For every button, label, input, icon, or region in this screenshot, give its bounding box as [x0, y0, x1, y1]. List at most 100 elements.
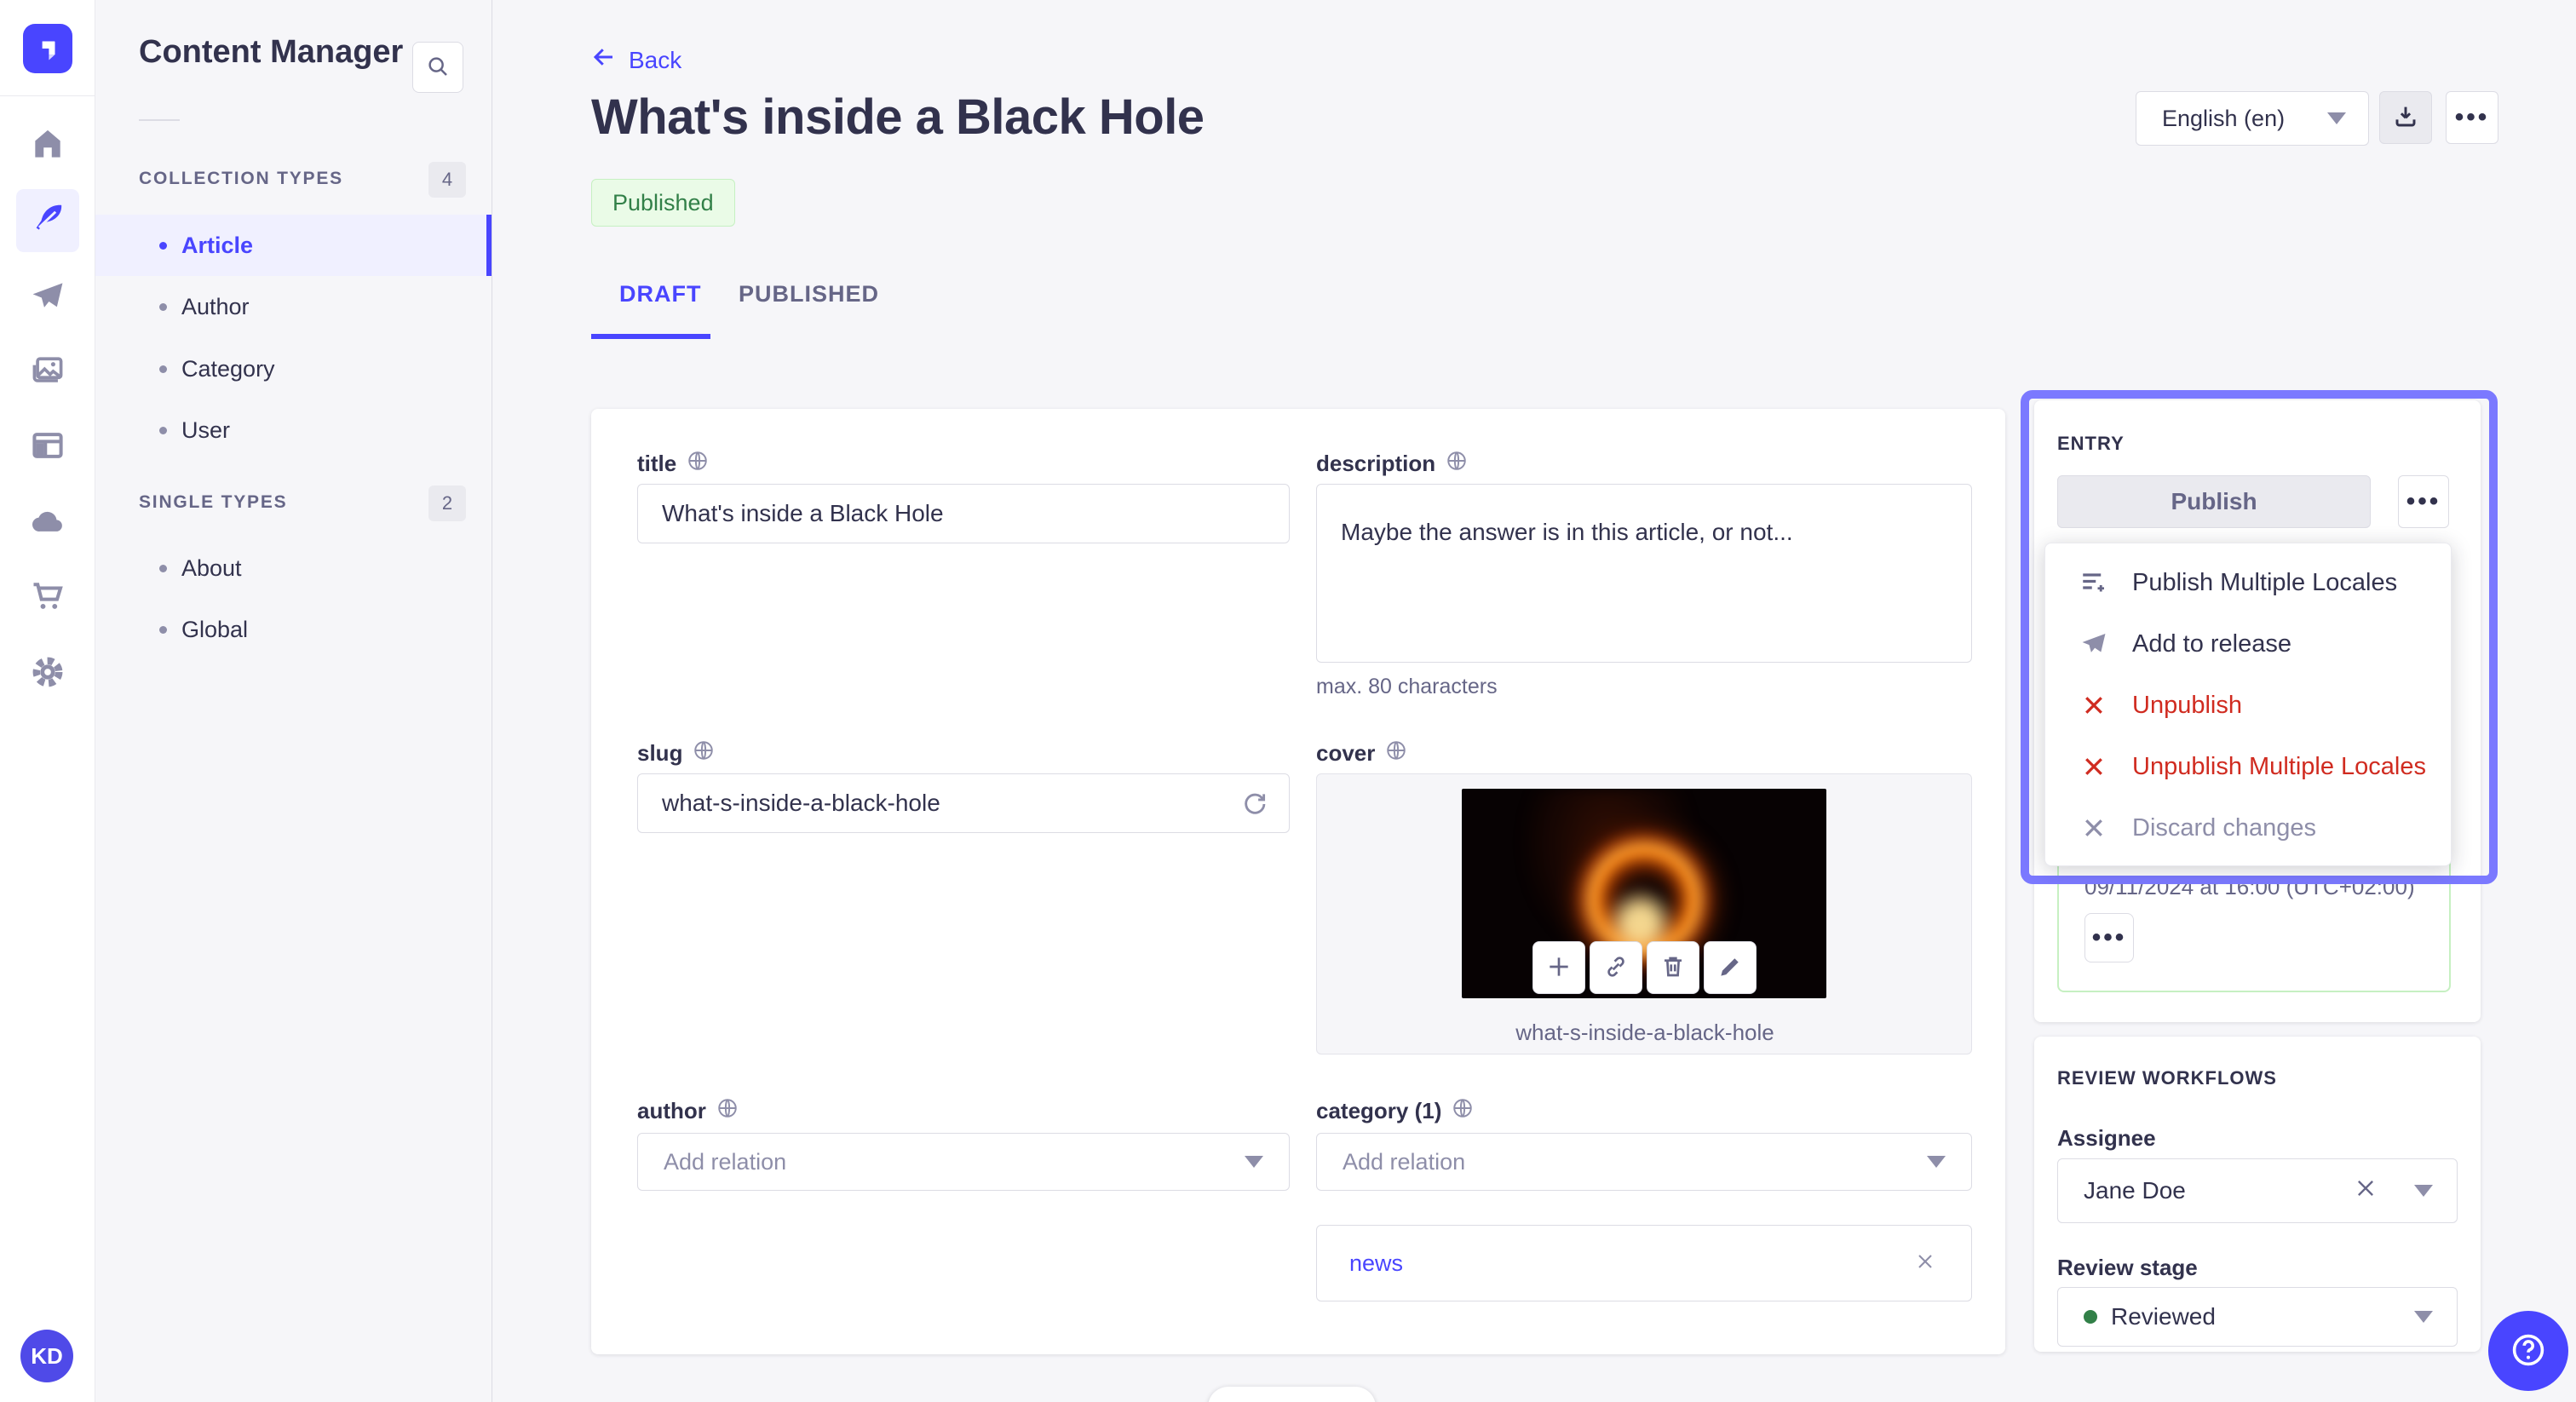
- paper-plane-icon: [2078, 629, 2110, 658]
- sidebar-item-label: Author: [181, 293, 250, 319]
- remove-relation-icon[interactable]: [1913, 1250, 1937, 1278]
- help-button[interactable]: [2488, 1311, 2568, 1391]
- sidebar-item-content-type-builder[interactable]: [16, 416, 79, 479]
- collection-types-count-badge: 4: [428, 162, 466, 198]
- menu-item-publish-multiple-locales[interactable]: Publish Multiple Locales: [2045, 552, 2451, 613]
- sidebar-item-global[interactable]: Global: [95, 599, 492, 660]
- sidebar-item-label: Category: [181, 355, 275, 382]
- cover-field-label: cover: [1316, 739, 1407, 767]
- relation-link[interactable]: news: [1349, 1250, 1403, 1277]
- sidebar-item-settings[interactable]: [16, 642, 79, 705]
- assignee-value: Jane Doe: [2084, 1177, 2186, 1204]
- add-media-button[interactable]: [1532, 941, 1585, 994]
- trash-icon: [1659, 953, 1687, 983]
- sidebar-item-cloud[interactable]: [16, 491, 79, 554]
- clear-assignee-icon[interactable]: [2353, 1175, 2378, 1207]
- title-input[interactable]: [637, 484, 1290, 543]
- layout-icon: [29, 427, 66, 468]
- menu-item-unpublish[interactable]: Unpublish: [2045, 675, 2451, 736]
- download-icon: [2392, 103, 2419, 133]
- page-title: What's inside a Black Hole: [591, 89, 1205, 145]
- globe-icon: [716, 1097, 739, 1125]
- more-options-button[interactable]: •••: [2446, 91, 2498, 144]
- field-label-text: cover: [1316, 740, 1376, 766]
- assignee-combobox[interactable]: Jane Doe: [2057, 1158, 2458, 1223]
- cross-icon: [2078, 754, 2110, 779]
- release-more-button[interactable]: •••: [2084, 913, 2134, 962]
- entry-actions-menu: Publish Multiple Locales Add to release …: [2044, 543, 2452, 866]
- cart-icon: [29, 577, 66, 619]
- cross-icon: [2078, 815, 2110, 841]
- sidebar-item-user[interactable]: User: [95, 399, 492, 461]
- chevron-down-icon: [1927, 1156, 1946, 1168]
- publish-button[interactable]: Publish: [2057, 475, 2371, 528]
- list-plus-icon: [2078, 567, 2110, 598]
- sidebar-item-content-manager[interactable]: [16, 189, 79, 252]
- sidebar-item-marketplace[interactable]: [16, 566, 79, 629]
- content-manager-sidebar: Content Manager COLLECTION TYPES 4 Artic…: [95, 0, 492, 1402]
- field-label-text: category (1): [1316, 1098, 1442, 1123]
- strapi-logo-icon: [42, 41, 55, 60]
- sidebar-item-about[interactable]: About: [95, 537, 492, 599]
- sidebar-item-media-library[interactable]: [16, 341, 79, 404]
- feather-icon: [29, 200, 66, 242]
- field-label-text: slug: [637, 740, 683, 766]
- sidebar-item-label: Article: [181, 232, 254, 258]
- cover-media-card: what-s-inside-a-black-hole: [1316, 773, 1972, 1054]
- globe-icon: [693, 739, 715, 767]
- delete-media-button[interactable]: [1647, 941, 1699, 994]
- bullet-icon: [159, 625, 167, 634]
- sidebar-item-author[interactable]: Author: [95, 276, 492, 337]
- sidebar-item-article[interactable]: Article: [95, 215, 492, 276]
- menu-item-add-to-release[interactable]: Add to release: [2045, 613, 2451, 675]
- menu-item-discard-changes[interactable]: Discard changes: [2045, 797, 2451, 859]
- description-hint: max. 80 characters: [1316, 675, 1498, 698]
- back-link[interactable]: Back: [591, 44, 681, 76]
- field-label-text: author: [637, 1098, 706, 1123]
- globe-icon: [1385, 739, 1407, 767]
- tab-draft[interactable]: DRAFT: [619, 281, 701, 307]
- chevron-down-icon: [2414, 1185, 2433, 1197]
- edit-media-button[interactable]: [1704, 941, 1757, 994]
- stage-status-dot: [2084, 1310, 2097, 1324]
- field-label-text: title: [637, 451, 677, 476]
- menu-item-label: Add to release: [2132, 629, 2292, 658]
- sidebar-item-label: Global: [181, 616, 249, 642]
- category-relation-combobox[interactable]: Add relation: [1316, 1133, 1972, 1191]
- description-textarea[interactable]: Maybe the answer is in this article, or …: [1316, 484, 1972, 663]
- sidebar-item-category[interactable]: Category: [95, 338, 492, 399]
- chevron-down-icon: [1245, 1156, 1263, 1168]
- strapi-content-manager: KD Content Manager COLLECTION TYPES 4 Ar…: [0, 0, 2576, 1402]
- download-button[interactable]: [2379, 91, 2432, 144]
- slug-input[interactable]: [637, 773, 1290, 833]
- entry-more-button[interactable]: •••: [2398, 475, 2449, 528]
- chevron-down-icon: [2327, 112, 2346, 124]
- ellipsis-icon: •••: [2406, 487, 2441, 515]
- strapi-logo[interactable]: [23, 24, 72, 73]
- slug-field: [637, 773, 1290, 833]
- stage-value: Reviewed: [2111, 1303, 2216, 1330]
- menu-item-unpublish-multiple-locales[interactable]: Unpublish Multiple Locales: [2045, 736, 2451, 797]
- copy-link-button[interactable]: [1590, 941, 1642, 994]
- combobox-placeholder: Add relation: [664, 1148, 787, 1175]
- active-tab-indicator: [591, 334, 710, 339]
- slug-field-label: slug: [637, 739, 715, 767]
- tab-published[interactable]: PUBLISHED: [739, 281, 879, 307]
- status-badge: Published: [591, 179, 735, 227]
- search-button[interactable]: [412, 42, 463, 93]
- sidebar-item-home[interactable]: [16, 114, 79, 177]
- menu-item-label: Unpublish Multiple Locales: [2132, 752, 2426, 780]
- sidebar-item-releases[interactable]: [16, 267, 79, 330]
- author-relation-combobox[interactable]: Add relation: [637, 1133, 1290, 1191]
- review-stage-label: Review stage: [2057, 1255, 2198, 1280]
- sidebar-item-label: User: [181, 417, 231, 443]
- locale-select[interactable]: English (en): [2136, 91, 2369, 146]
- bullet-icon: [159, 302, 167, 311]
- entry-panel-heading: ENTRY: [2057, 433, 2125, 454]
- user-avatar[interactable]: KD: [20, 1330, 73, 1382]
- regenerate-slug-icon[interactable]: [1240, 790, 1269, 823]
- section-single-types: SINGLE TYPES: [139, 492, 288, 512]
- review-workflows-heading: REVIEW WORKFLOWS: [2057, 1067, 2277, 1089]
- globe-icon: [687, 450, 709, 478]
- review-stage-combobox[interactable]: Reviewed: [2057, 1287, 2458, 1347]
